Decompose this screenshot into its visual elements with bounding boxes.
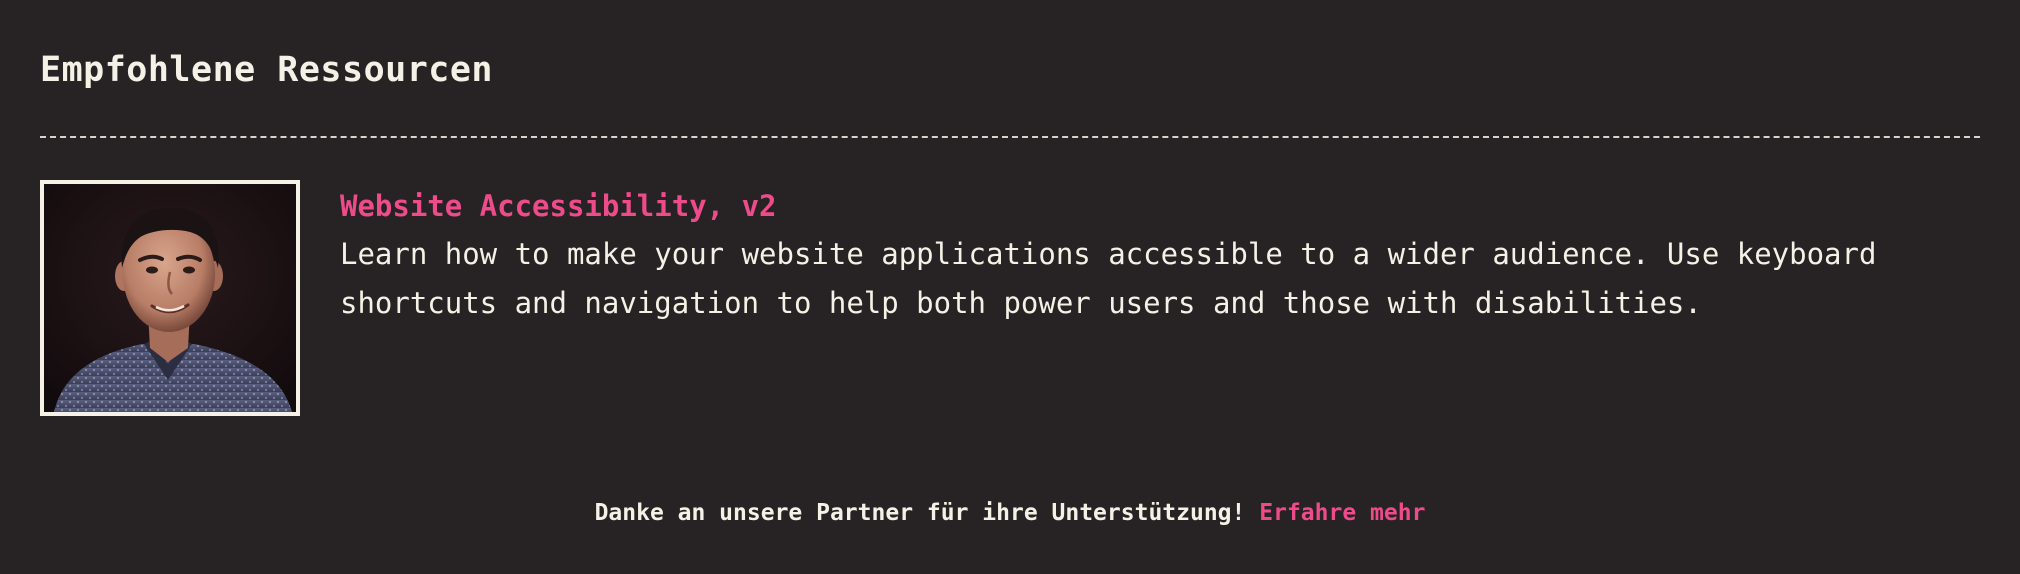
partners-footer: Danke an unsere Partner für ihre Unterst… bbox=[0, 496, 2020, 530]
instructor-portrait[interactable] bbox=[40, 180, 300, 416]
partners-thanks-text: Danke an unsere Partner für ihre Unterst… bbox=[594, 500, 1246, 526]
resource-description: Learn how to make your website applicati… bbox=[340, 237, 1877, 320]
resource-card[interactable]: Website Accessibility, v2 Learn how to m… bbox=[40, 180, 1980, 416]
resource-title-link[interactable]: Website Accessibility, v2 bbox=[340, 186, 1940, 226]
resource-text: Website Accessibility, v2 Learn how to m… bbox=[340, 180, 1940, 328]
section-title: Empfohlene Ressourcen bbox=[40, 50, 494, 90]
portrait-image bbox=[44, 184, 296, 412]
dashed-divider bbox=[40, 136, 1980, 138]
learn-more-link[interactable]: Erfahre mehr bbox=[1259, 500, 1425, 526]
